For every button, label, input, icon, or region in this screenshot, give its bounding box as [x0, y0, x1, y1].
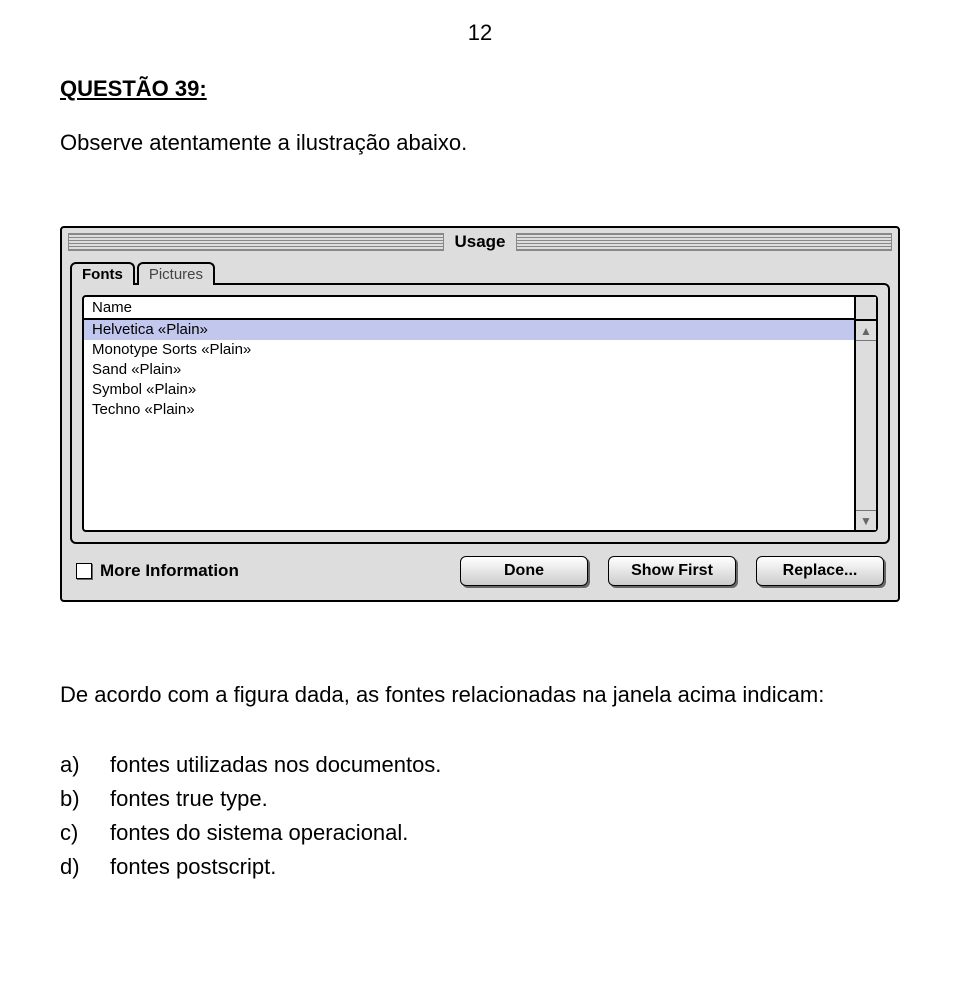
option-a: a) fontes utilizadas nos documentos. — [60, 748, 900, 782]
option-b: b) fontes true type. — [60, 782, 900, 816]
dialog-titlebar: Usage — [64, 230, 896, 254]
option-text: fontes postscript. — [110, 850, 276, 884]
scroll-down-icon[interactable]: ▼ — [856, 510, 876, 530]
option-letter: b) — [60, 782, 110, 816]
tab-fonts[interactable]: Fonts — [70, 262, 135, 285]
usage-dialog: Usage Fonts Pictures Name Helvetica «Pla… — [60, 226, 900, 602]
list-item[interactable]: Helvetica «Plain» — [84, 320, 854, 340]
checkbox-box-icon[interactable] — [76, 563, 92, 579]
dialog-title: Usage — [444, 232, 515, 252]
font-list: Name Helvetica «Plain» Monotype Sorts «P… — [82, 295, 878, 532]
font-list-body[interactable]: Helvetica «Plain» Monotype Sorts «Plain»… — [84, 320, 854, 530]
question-heading: QUESTÃO 39: — [60, 76, 900, 102]
more-information-checkbox[interactable]: More Information — [76, 561, 239, 581]
question-prompt: De acordo com a figura dada, as fontes r… — [60, 682, 900, 708]
option-letter: d) — [60, 850, 110, 884]
scrollbar: ▲ ▼ — [854, 297, 876, 530]
page-number: 12 — [60, 20, 900, 46]
option-text: fontes true type. — [110, 782, 268, 816]
titlebar-stripes-right — [516, 233, 892, 251]
list-header-name: Name — [84, 297, 854, 320]
list-item[interactable]: Monotype Sorts «Plain» — [84, 340, 854, 360]
option-text: fontes do sistema operacional. — [110, 816, 408, 850]
dialog-body: Fonts Pictures Name Helvetica «Plain» Mo… — [64, 254, 896, 598]
list-item[interactable]: Techno «Plain» — [84, 400, 854, 420]
titlebar-stripes-left — [68, 233, 444, 251]
tabs: Fonts Pictures — [70, 260, 890, 283]
option-letter: a) — [60, 748, 110, 782]
list-item[interactable]: Symbol «Plain» — [84, 380, 854, 400]
scroll-track[interactable] — [856, 341, 876, 510]
option-letter: c) — [60, 816, 110, 850]
list-item[interactable]: Sand «Plain» — [84, 360, 854, 380]
question-intro: Observe atentamente a ilustração abaixo. — [60, 130, 900, 156]
scroll-up-icon[interactable]: ▲ — [856, 321, 876, 341]
scrollbar-header-spacer — [856, 297, 876, 321]
option-d: d) fontes postscript. — [60, 850, 900, 884]
tab-panel-fonts: Name Helvetica «Plain» Monotype Sorts «P… — [70, 283, 890, 544]
button-group: Done Show First Replace... — [460, 556, 884, 586]
action-row: More Information Done Show First Replace… — [70, 544, 890, 592]
option-text: fontes utilizadas nos documentos. — [110, 748, 441, 782]
option-c: c) fontes do sistema operacional. — [60, 816, 900, 850]
font-list-column: Name Helvetica «Plain» Monotype Sorts «P… — [84, 297, 854, 530]
tab-pictures[interactable]: Pictures — [137, 262, 215, 285]
more-information-label: More Information — [100, 561, 239, 581]
done-button[interactable]: Done — [460, 556, 588, 586]
answer-options: a) fontes utilizadas nos documentos. b) … — [60, 748, 900, 884]
page: 12 QUESTÃO 39: Observe atentamente a ilu… — [0, 0, 960, 884]
show-first-button[interactable]: Show First — [608, 556, 736, 586]
replace-button[interactable]: Replace... — [756, 556, 884, 586]
